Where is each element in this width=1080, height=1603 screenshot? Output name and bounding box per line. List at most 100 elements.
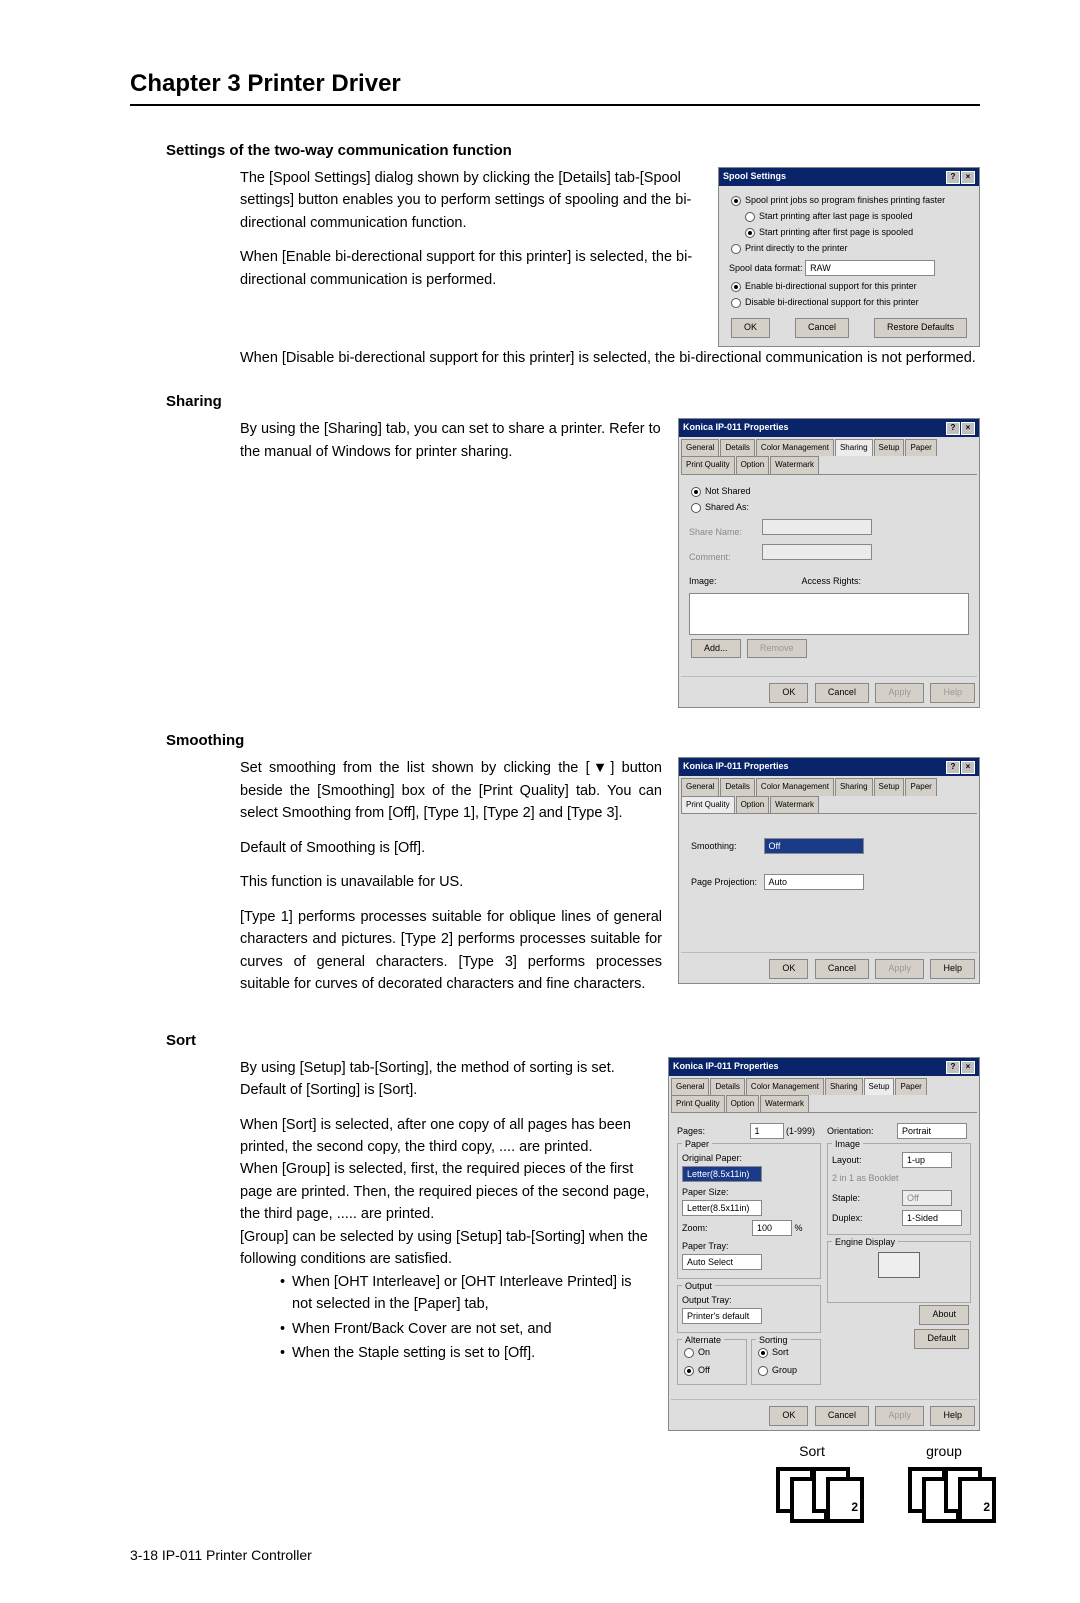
image-label: Image: xyxy=(689,575,759,589)
tab-setup[interactable]: Setup xyxy=(864,1078,895,1095)
help-button[interactable]: Help xyxy=(930,959,975,979)
tab-color-management[interactable]: Color Management xyxy=(756,778,834,795)
paper-tray-select[interactable]: Auto Select xyxy=(682,1254,762,1270)
tab-color-management[interactable]: Color Management xyxy=(746,1078,824,1095)
ok-button[interactable]: OK xyxy=(731,318,770,338)
tab-sharing[interactable]: Sharing xyxy=(835,439,873,456)
radio-enable-bidi[interactable]: Enable bi-directional support for this p… xyxy=(729,280,969,294)
access-list[interactable] xyxy=(689,593,969,635)
window-buttons[interactable]: ?× xyxy=(945,170,975,184)
close-icon[interactable]: × xyxy=(961,171,975,184)
radio-start-after-first[interactable]: Start printing after first page is spool… xyxy=(743,226,969,240)
radio-alt-off[interactable]: Off xyxy=(682,1364,710,1378)
radio-disable-bidi[interactable]: Disable bi-directional support for this … xyxy=(729,296,969,310)
radio-sort[interactable]: Sort xyxy=(756,1346,789,1360)
tab-general[interactable]: General xyxy=(681,778,719,795)
window-buttons[interactable]: ?× xyxy=(945,760,975,774)
tab-sharing[interactable]: Sharing xyxy=(825,1078,863,1095)
duplex-select[interactable]: 1-Sided xyxy=(902,1210,962,1226)
dialog-title: Konica IP-011 Properties xyxy=(673,1060,779,1074)
close-icon[interactable]: × xyxy=(961,422,975,435)
radio-shared-as[interactable]: Shared As: xyxy=(689,501,969,515)
apply-button: Apply xyxy=(875,959,924,979)
window-buttons[interactable]: ?× xyxy=(945,421,975,435)
tab-general[interactable]: General xyxy=(671,1078,709,1095)
tab-setup[interactable]: Setup xyxy=(874,778,905,795)
page-projection-select[interactable]: Auto xyxy=(764,874,864,890)
tab-print-quality[interactable]: Print Quality xyxy=(671,1095,725,1112)
help-icon[interactable]: ? xyxy=(946,422,960,435)
layout-select[interactable]: 1-up xyxy=(902,1152,952,1168)
add-button[interactable]: Add... xyxy=(691,639,741,659)
tab-paper[interactable]: Paper xyxy=(905,439,936,456)
close-icon[interactable]: × xyxy=(961,1061,975,1074)
pages-field[interactable]: 1 xyxy=(750,1123,784,1139)
tab-watermark[interactable]: Watermark xyxy=(760,1095,809,1112)
tab-option[interactable]: Option xyxy=(736,456,770,473)
tab-print-quality[interactable]: Print Quality xyxy=(681,456,735,473)
help-icon[interactable]: ? xyxy=(946,1061,960,1074)
help-icon[interactable]: ? xyxy=(946,761,960,774)
spool-settings-dialog: Spool Settings ?× Spool print jobs so pr… xyxy=(718,167,980,347)
radio-group[interactable]: Group xyxy=(756,1364,797,1378)
printer-icon xyxy=(878,1252,920,1278)
original-paper-select[interactable]: Letter(8.5x11in) xyxy=(682,1166,762,1182)
radio-start-after-last[interactable]: Start printing after last page is spoole… xyxy=(743,210,969,224)
restore-defaults-button[interactable]: Restore Defaults xyxy=(874,318,967,338)
help-button[interactable]: Help xyxy=(930,683,975,703)
tab-print-quality[interactable]: Print Quality xyxy=(681,796,735,813)
pages-label: Pages: xyxy=(677,1125,747,1139)
window-buttons[interactable]: ?× xyxy=(945,1060,975,1074)
paragraph: When [Group] is selected, first, the req… xyxy=(240,1158,652,1225)
smoothing-label: Smoothing: xyxy=(691,840,761,854)
tab-details[interactable]: Details xyxy=(710,1078,744,1095)
tabs[interactable]: General Details Color Management Sharing… xyxy=(681,778,977,814)
tab-details[interactable]: Details xyxy=(720,439,754,456)
radio-spool-jobs[interactable]: Spool print jobs so program finishes pri… xyxy=(729,194,969,208)
paper-size-select[interactable]: Letter(8.5x11in) xyxy=(682,1200,762,1216)
tab-sharing[interactable]: Sharing xyxy=(835,778,873,795)
tab-option[interactable]: Option xyxy=(726,1095,760,1112)
tabs[interactable]: General Details Color Management Sharing… xyxy=(671,1078,977,1114)
radio-alt-on[interactable]: On xyxy=(682,1346,710,1360)
default-button[interactable]: Default xyxy=(914,1329,969,1349)
tab-general[interactable]: General xyxy=(681,439,719,456)
tab-paper[interactable]: Paper xyxy=(895,1078,926,1095)
ok-button[interactable]: OK xyxy=(769,683,808,703)
bullet: When Front/Back Cover are not set, and xyxy=(280,1318,652,1340)
zoom-label: Zoom: xyxy=(682,1222,752,1236)
ok-button[interactable]: OK xyxy=(769,1406,808,1426)
image-group-label: Image xyxy=(832,1138,863,1152)
spool-format-select[interactable]: RAW xyxy=(805,260,935,276)
close-icon[interactable]: × xyxy=(961,761,975,774)
tab-option[interactable]: Option xyxy=(736,796,770,813)
radio-not-shared[interactable]: Not Shared xyxy=(689,485,969,499)
cancel-button[interactable]: Cancel xyxy=(795,318,849,338)
zoom-field[interactable]: 100 xyxy=(752,1220,792,1236)
orientation-select[interactable]: Portrait xyxy=(897,1123,967,1139)
tab-watermark[interactable]: Watermark xyxy=(770,456,819,473)
help-icon[interactable]: ? xyxy=(946,171,960,184)
output-tray-select[interactable]: Printer's default xyxy=(682,1308,762,1324)
tabs[interactable]: General Details Color Management Sharing… xyxy=(681,439,977,475)
ok-button[interactable]: OK xyxy=(769,959,808,979)
staple-select: Off xyxy=(902,1190,952,1206)
cancel-button[interactable]: Cancel xyxy=(815,683,869,703)
tab-paper[interactable]: Paper xyxy=(905,778,936,795)
layout-label: Layout: xyxy=(832,1154,902,1168)
tab-details[interactable]: Details xyxy=(720,778,754,795)
paragraph: [Type 1] performs processes suitable for… xyxy=(240,906,662,996)
cancel-button[interactable]: Cancel xyxy=(815,1406,869,1426)
cancel-button[interactable]: Cancel xyxy=(815,959,869,979)
about-button[interactable]: About xyxy=(919,1305,969,1325)
radio-print-direct[interactable]: Print directly to the printer xyxy=(729,242,969,256)
smoothing-select[interactable]: Off xyxy=(764,838,864,854)
tab-watermark[interactable]: Watermark xyxy=(770,796,819,813)
section-heading-sort: Sort xyxy=(166,1032,980,1049)
tab-color-management[interactable]: Color Management xyxy=(756,439,834,456)
share-name-field xyxy=(762,519,872,535)
tab-setup[interactable]: Setup xyxy=(874,439,905,456)
help-button[interactable]: Help xyxy=(930,1406,975,1426)
pages-range: (1-999) xyxy=(786,1126,815,1136)
apply-button: Apply xyxy=(875,683,924,703)
